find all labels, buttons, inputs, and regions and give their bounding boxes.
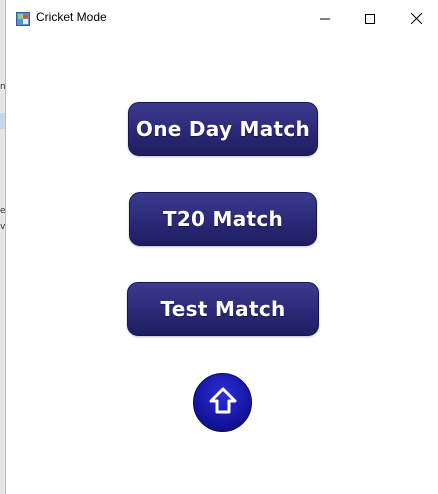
t20-match-button[interactable]: T20 Match xyxy=(129,192,317,246)
close-icon xyxy=(410,9,422,28)
cricket-app-icon xyxy=(16,11,30,26)
title-bar[interactable]: Cricket Mode xyxy=(6,0,438,36)
home-button[interactable] xyxy=(193,373,252,432)
mode-selection-panel: One Day Match T20 Match Test Match xyxy=(6,36,438,494)
one-day-match-label: One Day Match xyxy=(135,117,311,141)
t20-match-label: T20 Match xyxy=(162,207,284,231)
maximize-button[interactable] xyxy=(347,0,393,36)
one-day-match-button[interactable]: One Day Match xyxy=(128,102,318,156)
home-icon xyxy=(208,386,238,420)
window-title: Cricket Mode xyxy=(36,10,107,24)
test-match-button[interactable]: Test Match xyxy=(127,282,319,336)
close-button[interactable] xyxy=(393,0,438,36)
test-match-label: Test Match xyxy=(160,297,286,321)
cricket-mode-window: Cricket Mode One Day Match T20 Match Tes… xyxy=(5,0,438,494)
minimize-icon xyxy=(320,9,330,28)
minimize-button[interactable] xyxy=(302,0,348,36)
maximize-icon xyxy=(365,9,375,28)
